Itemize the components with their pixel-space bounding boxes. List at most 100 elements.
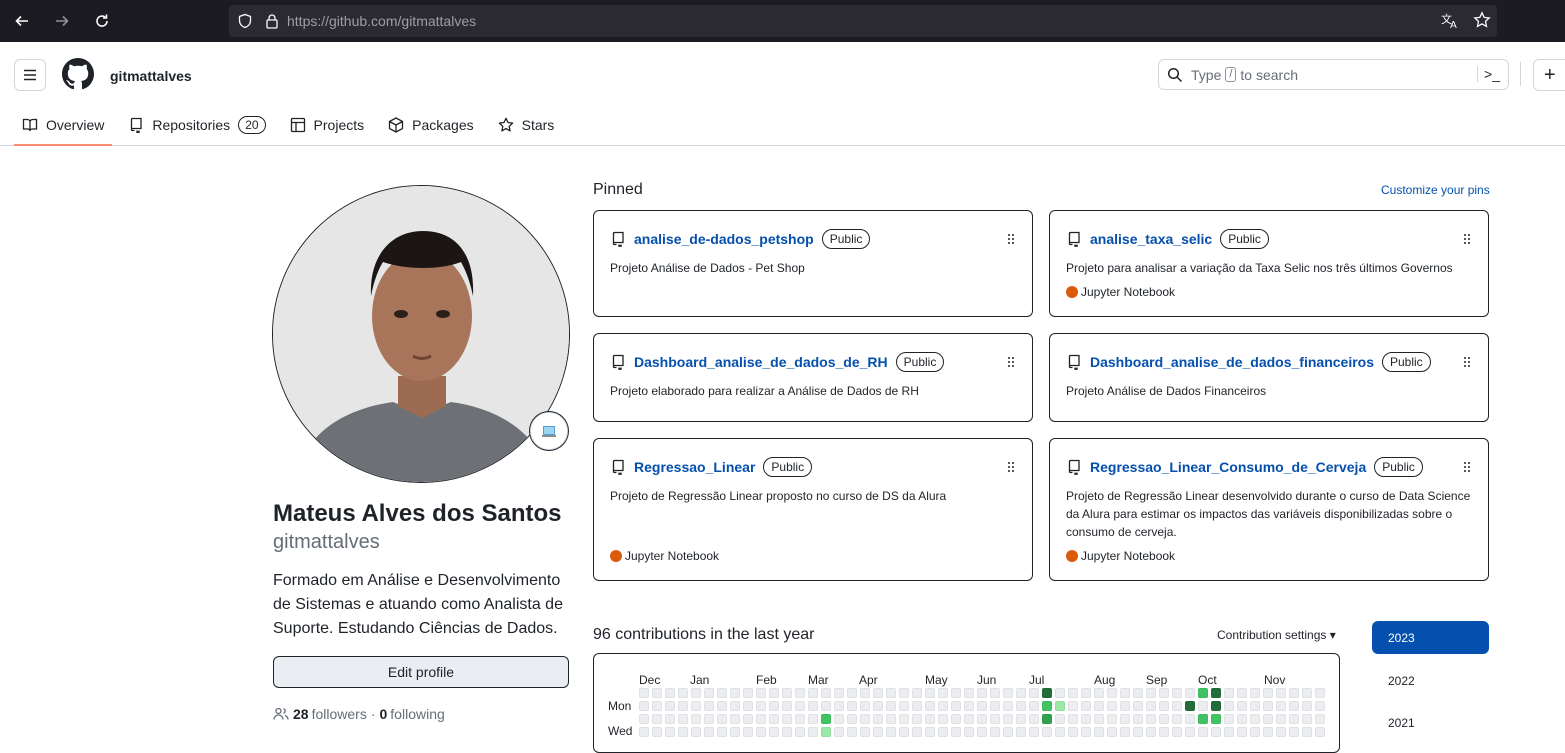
contribution-day[interactable] xyxy=(990,688,1000,698)
contribution-day[interactable] xyxy=(860,727,870,737)
contribution-day[interactable] xyxy=(1302,701,1312,711)
drag-handle-icon[interactable] xyxy=(1008,234,1014,244)
contribution-day[interactable] xyxy=(1250,727,1260,737)
contribution-day[interactable] xyxy=(1042,688,1052,698)
contribution-day[interactable] xyxy=(1237,727,1247,737)
contribution-day[interactable] xyxy=(1172,688,1182,698)
contribution-day[interactable] xyxy=(1237,701,1247,711)
contribution-day[interactable] xyxy=(1016,688,1026,698)
contribution-day[interactable] xyxy=(743,714,753,724)
contribution-day[interactable] xyxy=(925,727,935,737)
contribution-day[interactable] xyxy=(873,701,883,711)
contribution-day[interactable] xyxy=(782,701,792,711)
contribution-day[interactable] xyxy=(1120,727,1130,737)
contribution-day[interactable] xyxy=(1055,714,1065,724)
contribution-day[interactable] xyxy=(1146,688,1156,698)
contribution-day[interactable] xyxy=(990,727,1000,737)
contribution-day[interactable] xyxy=(691,714,701,724)
contribution-day[interactable] xyxy=(1276,714,1286,724)
set-status-button[interactable] xyxy=(530,412,568,450)
contribution-day[interactable] xyxy=(1237,714,1247,724)
header-username[interactable]: gitmattalves xyxy=(110,68,192,84)
contribution-day[interactable] xyxy=(1107,688,1117,698)
contribution-day[interactable] xyxy=(847,727,857,737)
contribution-day[interactable] xyxy=(1029,714,1039,724)
contribution-day[interactable] xyxy=(1107,727,1117,737)
contribution-day[interactable] xyxy=(951,688,961,698)
contribution-day[interactable] xyxy=(808,688,818,698)
contribution-day[interactable] xyxy=(1081,688,1091,698)
contribution-day[interactable] xyxy=(912,727,922,737)
contribution-day[interactable] xyxy=(1107,701,1117,711)
contribution-day[interactable] xyxy=(1211,688,1221,698)
contribution-day[interactable] xyxy=(990,701,1000,711)
contribution-day[interactable] xyxy=(1042,701,1052,711)
contribution-day[interactable] xyxy=(678,714,688,724)
contribution-day[interactable] xyxy=(1003,714,1013,724)
contribution-day[interactable] xyxy=(1133,727,1143,737)
contribution-day[interactable] xyxy=(782,727,792,737)
contribution-day[interactable] xyxy=(1250,714,1260,724)
contribution-day[interactable] xyxy=(1081,727,1091,737)
repo-name-link[interactable]: Dashboard_analise_de_dados_financeiros xyxy=(1090,354,1374,370)
contribution-day[interactable] xyxy=(1224,714,1234,724)
contribution-day[interactable] xyxy=(899,701,909,711)
back-button[interactable] xyxy=(4,3,40,39)
year-button-2022[interactable]: 2022 xyxy=(1372,664,1489,697)
contribution-day[interactable] xyxy=(1263,714,1273,724)
contribution-day[interactable] xyxy=(1263,688,1273,698)
contribution-day[interactable] xyxy=(1016,714,1026,724)
tab-repositories[interactable]: Repositories 20 xyxy=(120,104,273,146)
contribution-day[interactable] xyxy=(639,701,649,711)
contribution-day[interactable] xyxy=(795,727,805,737)
contribution-day[interactable] xyxy=(1250,701,1260,711)
search-input[interactable]: Type / to search >_ xyxy=(1158,59,1509,90)
contribution-day[interactable] xyxy=(730,688,740,698)
contribution-day[interactable] xyxy=(1211,714,1221,724)
contribution-day[interactable] xyxy=(1302,688,1312,698)
contribution-day[interactable] xyxy=(1120,701,1130,711)
translate-icon[interactable]: 文A xyxy=(1441,11,1459,29)
contribution-day[interactable] xyxy=(743,701,753,711)
contribution-day[interactable] xyxy=(1198,727,1208,737)
contribution-day[interactable] xyxy=(782,688,792,698)
contribution-day[interactable] xyxy=(769,701,779,711)
contribution-day[interactable] xyxy=(886,727,896,737)
contribution-day[interactable] xyxy=(1146,701,1156,711)
contribution-day[interactable] xyxy=(938,688,948,698)
repo-name-link[interactable]: Regressao_Linear xyxy=(634,459,755,475)
contribution-day[interactable] xyxy=(1289,701,1299,711)
contribution-day[interactable] xyxy=(1315,701,1325,711)
contribution-day[interactable] xyxy=(912,688,922,698)
contribution-day[interactable] xyxy=(1224,701,1234,711)
contribution-day[interactable] xyxy=(704,701,714,711)
contribution-day[interactable] xyxy=(834,688,844,698)
contribution-day[interactable] xyxy=(665,701,675,711)
contribution-day[interactable] xyxy=(1185,701,1195,711)
contribution-day[interactable] xyxy=(691,701,701,711)
contribution-day[interactable] xyxy=(769,727,779,737)
contribution-day[interactable] xyxy=(1263,727,1273,737)
contribution-day[interactable] xyxy=(1289,714,1299,724)
contribution-day[interactable] xyxy=(1055,701,1065,711)
contribution-day[interactable] xyxy=(717,727,727,737)
avatar[interactable] xyxy=(272,185,570,483)
contribution-day[interactable] xyxy=(1094,714,1104,724)
contribution-day[interactable] xyxy=(678,701,688,711)
contribution-day[interactable] xyxy=(1029,727,1039,737)
contribution-day[interactable] xyxy=(1029,688,1039,698)
contribution-day[interactable] xyxy=(1107,714,1117,724)
contribution-day[interactable] xyxy=(704,727,714,737)
contribution-day[interactable] xyxy=(678,688,688,698)
contribution-day[interactable] xyxy=(1276,688,1286,698)
drag-handle-icon[interactable] xyxy=(1464,234,1470,244)
contribution-day[interactable] xyxy=(808,701,818,711)
contribution-day[interactable] xyxy=(678,727,688,737)
contribution-day[interactable] xyxy=(886,701,896,711)
contribution-day[interactable] xyxy=(795,714,805,724)
repo-name-link[interactable]: Regressao_Linear_Consumo_de_Cerveja xyxy=(1090,459,1366,475)
github-logo-icon[interactable] xyxy=(62,58,94,90)
contribution-day[interactable] xyxy=(717,714,727,724)
contribution-day[interactable] xyxy=(1133,701,1143,711)
contribution-day[interactable] xyxy=(652,727,662,737)
